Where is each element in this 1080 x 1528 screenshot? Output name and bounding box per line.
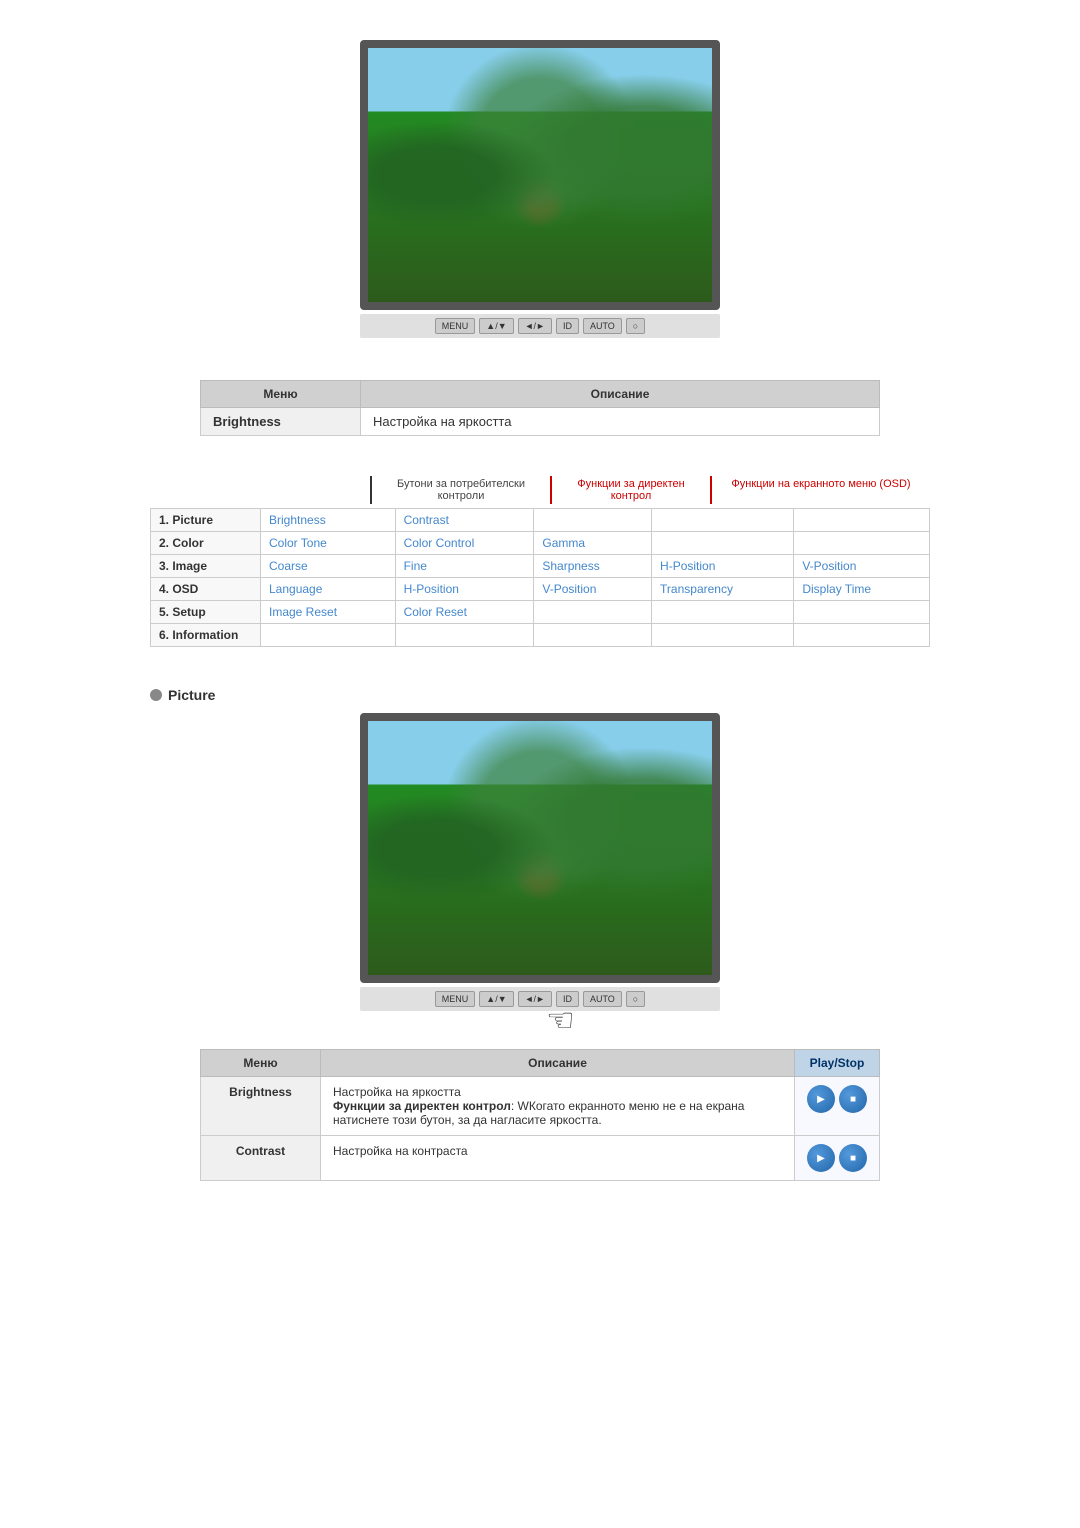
nav-setup-col2: Color Reset <box>395 601 534 624</box>
monitor-frame-bottom <box>360 713 720 983</box>
power-btn[interactable]: ○ <box>626 318 645 334</box>
nav-row-picture: 1. Picture Brightness Contrast <box>151 509 930 532</box>
nav-info-col5 <box>794 624 930 647</box>
nav-osd-col5: Display Time <box>794 578 930 601</box>
nav-color-col4 <box>652 532 794 555</box>
nav-row-osd: 4. OSD Language H-Position V-Position Tr… <box>151 578 930 601</box>
picture-section: Picture MENU ▲/▼ ◄/► ID AUTO ○ ☞ Меню Оп… <box>150 687 930 1181</box>
nav-osd-col4: Transparency <box>652 578 794 601</box>
power-btn-2[interactable]: ○ <box>626 991 645 1007</box>
nav-header-osd: Функции на екранното меню (OSD) <box>710 476 930 504</box>
monitor-frame-top <box>360 40 720 310</box>
menu-btn-2[interactable]: MENU <box>435 991 476 1007</box>
nav-col-headers: Бутони за потребителски контроли Функции… <box>150 476 930 504</box>
nav-image-col4: H-Position <box>652 555 794 578</box>
nav-picture-col4 <box>652 509 794 532</box>
picture-title: Picture <box>150 687 930 703</box>
playstop-desc-contrast: Настройка на контраста <box>321 1136 795 1181</box>
playstop-table: Меню Описание Play/Stop Brightness Настр… <box>200 1049 880 1181</box>
nav-picture-col2: Contrast <box>395 509 534 532</box>
nav-image-col1: Coarse <box>261 555 396 578</box>
playstop-play-contrast: ▶ ■ <box>795 1136 880 1181</box>
contrast-play-btn[interactable]: ▶ <box>807 1144 835 1172</box>
nav-menu-image: 3. Image <box>151 555 261 578</box>
nav-info-col3 <box>534 624 652 647</box>
playstop-label-brightness: Brightness <box>201 1077 321 1136</box>
nav-image-col3: Sharpness <box>534 555 652 578</box>
nav-row-setup: 5. Setup Image Reset Color Reset <box>151 601 930 624</box>
nav-setup-col4 <box>652 601 794 624</box>
monitor-garden-image-2 <box>368 721 712 975</box>
nav-menu-setup: 5. Setup <box>151 601 261 624</box>
brightness-desc-bold: Функции за директен контрол <box>333 1099 511 1113</box>
nav-section: Бутони за потребителски контроли Функции… <box>150 476 930 647</box>
playstop-desc-brightness: Настройка на яркостта Функции за директе… <box>321 1077 795 1136</box>
nav-setup-col5 <box>794 601 930 624</box>
monitor-buttons-top: MENU ▲/▼ ◄/► ID AUTO ○ <box>360 314 720 338</box>
nav-color-col3: Gamma <box>534 532 652 555</box>
playstop-play-brightness: ▶ ■ <box>795 1077 880 1136</box>
menu-btn[interactable]: MENU <box>435 318 476 334</box>
nav-menu-osd: 4. OSD <box>151 578 261 601</box>
table1-header-menu: Меню <box>201 381 361 408</box>
brightness-row: Brightness Настройка на яркостта <box>201 408 880 436</box>
nav-setup-col1: Image Reset <box>261 601 396 624</box>
top-monitor: MENU ▲/▼ ◄/► ID AUTO ○ <box>360 40 720 338</box>
monitor-garden-image <box>368 48 712 302</box>
monitor-buttons-bottom: MENU ▲/▼ ◄/► ID AUTO ○ <box>360 987 720 1011</box>
brightness-desc: Настройка на яркостта <box>361 408 880 436</box>
nav-picture-col3 <box>534 509 652 532</box>
nav-info-col4 <box>652 624 794 647</box>
nav-color-col5 <box>794 532 930 555</box>
auto-btn-2[interactable]: AUTO <box>583 991 622 1007</box>
playstop-header-play: Play/Stop <box>795 1050 880 1077</box>
nav-row-image: 3. Image Coarse Fine Sharpness H-Positio… <box>151 555 930 578</box>
page-wrapper: MENU ▲/▼ ◄/► ID AUTO ○ Меню Описание Bri… <box>0 0 1080 1219</box>
id-btn[interactable]: ID <box>556 318 579 334</box>
table1-header-desc: Описание <box>361 381 880 408</box>
nav-image-col5: V-Position <box>794 555 930 578</box>
brightness-desc-line1: Настройка на яркостта <box>333 1085 461 1099</box>
hand-cursor-icon: ☞ <box>546 1001 575 1039</box>
brightness-stop-btn[interactable]: ■ <box>839 1085 867 1113</box>
brightness-btn[interactable]: ▲/▼ <box>479 318 513 334</box>
playstop-header-menu: Меню <box>201 1050 321 1077</box>
nav-menu-info: 6. Information <box>151 624 261 647</box>
bottom-monitor-container: MENU ▲/▼ ◄/► ID AUTO ○ ☞ <box>360 713 720 1039</box>
nav-osd-col3: V-Position <box>534 578 652 601</box>
picture-icon <box>150 689 162 701</box>
auto-btn[interactable]: AUTO <box>583 318 622 334</box>
nav-header-direct: Функции за директен контрол <box>550 476 710 504</box>
nav-menu-picture: 1. Picture <box>151 509 261 532</box>
playstop-row-brightness: Brightness Настройка на яркостта Функции… <box>201 1077 880 1136</box>
nav-row-info: 6. Information <box>151 624 930 647</box>
playstop-label-contrast: Contrast <box>201 1136 321 1181</box>
nav-setup-col3 <box>534 601 652 624</box>
nav-osd-col2: H-Position <box>395 578 534 601</box>
playstop-header-desc: Описание <box>321 1050 795 1077</box>
nav-picture-col5 <box>794 509 930 532</box>
nav-menu-color: 2. Color <box>151 532 261 555</box>
brightness-play-buttons: ▶ ■ <box>807 1085 867 1113</box>
brightness-label: Brightness <box>201 408 361 436</box>
nav-picture-col1: Brightness <box>261 509 396 532</box>
contrast-play-buttons: ▶ ■ <box>807 1144 867 1172</box>
nav-table: 1. Picture Brightness Contrast 2. Color … <box>150 508 930 647</box>
brightness-table: Меню Описание Brightness Настройка на яр… <box>200 380 880 436</box>
nav-header-user: Бутони за потребителски контроли <box>370 476 550 504</box>
contrast-stop-btn[interactable]: ■ <box>839 1144 867 1172</box>
picture-title-text: Picture <box>168 687 215 703</box>
nav-color-col1: Color Tone <box>261 532 396 555</box>
brightness-btn-2[interactable]: ▲/▼ <box>479 991 513 1007</box>
nav-osd-col1: Language <box>261 578 396 601</box>
nav-row-color: 2. Color Color Tone Color Control Gamma <box>151 532 930 555</box>
nav-info-col1 <box>261 624 396 647</box>
nav-info-col2 <box>395 624 534 647</box>
playstop-row-contrast: Contrast Настройка на контраста ▶ ■ <box>201 1136 880 1181</box>
nav-color-col2: Color Control <box>395 532 534 555</box>
nav-btn[interactable]: ◄/► <box>518 318 552 334</box>
brightness-play-btn[interactable]: ▶ <box>807 1085 835 1113</box>
nav-image-col2: Fine <box>395 555 534 578</box>
